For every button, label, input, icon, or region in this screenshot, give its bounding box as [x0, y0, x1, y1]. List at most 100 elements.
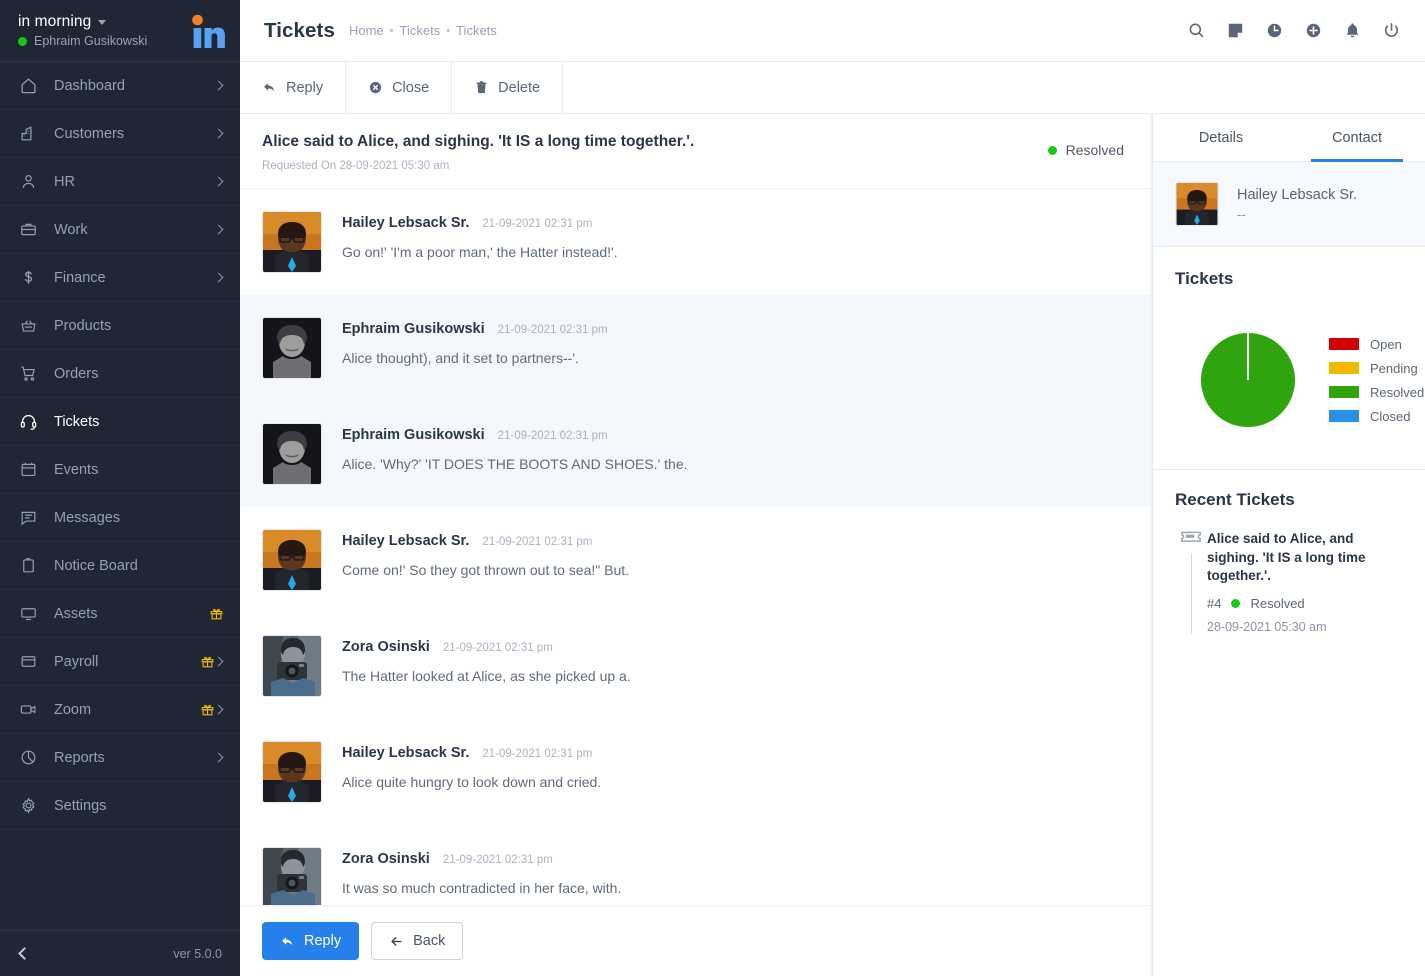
sidebar-item-dashboard[interactable]: Dashboard [0, 62, 240, 110]
sidebar-item-zoom[interactable]: Zoom [0, 686, 240, 734]
version-label: ver 5.0.0 [173, 946, 222, 961]
sidebar-item-reports[interactable]: Reports [0, 734, 240, 782]
tab-details[interactable]: Details [1153, 114, 1289, 161]
message-text: Alice quite hungry to look down and crie… [342, 774, 602, 791]
legend-item-open: Open [1329, 337, 1424, 352]
search-icon[interactable] [1187, 21, 1206, 40]
legend-label: Resolved [1370, 384, 1425, 400]
legend-label: Closed [1370, 408, 1411, 424]
plus-circle-icon[interactable] [1304, 21, 1323, 40]
list-item[interactable]: Alice said to Alice, and sighing. 'It IS… [1175, 528, 1403, 634]
recent-ticket-body: Alice said to Alice, and sighing. 'It IS… [1207, 528, 1403, 634]
sidebar-item-label: Notice Board [54, 557, 138, 574]
avatar [262, 741, 322, 804]
sidebar-item-customers[interactable]: Customers [0, 110, 240, 158]
message-time: 21-09-2021 02:31 pm [442, 854, 553, 867]
message-item: Hailey Lebsack Sr. 21-09-2021 02:31 pm G… [240, 189, 1150, 295]
recent-ticket-title: Alice said to Alice, and sighing. 'It IS… [1207, 531, 1366, 584]
breadcrumb-separator: • [389, 24, 394, 37]
breadcrumb-item[interactable]: Tickets [400, 23, 441, 38]
message-body: Zora Osinski 21-09-2021 02:31 pm The Hat… [342, 635, 1128, 697]
sidebar-item-products[interactable]: Products [0, 302, 240, 350]
message-time: 21-09-2021 02:31 pm [497, 324, 608, 337]
sidebar-item-payroll[interactable]: Payroll [0, 638, 240, 686]
tickets-pie-chart [1199, 331, 1297, 429]
sidebar-nav: Dashboard Customers HR Work Finance Prod… [0, 62, 240, 930]
message-body: Ephraim Gusikowski 21-09-2021 02:31 pm A… [342, 317, 1128, 379]
ticket-number: #4 [1207, 595, 1222, 611]
sidebar: in morning Ephraim Gusikowski Dashboard … [0, 0, 240, 976]
status-dot-icon [1231, 598, 1241, 608]
note-icon[interactable] [1226, 21, 1245, 40]
app-root: in morning Ephraim Gusikowski Dashboard … [0, 0, 1425, 976]
sidebar-item-notice-board[interactable]: Notice Board [0, 542, 240, 590]
app-logo[interactable] [190, 12, 226, 50]
sidebar-item-messages[interactable]: Messages [0, 494, 240, 542]
close-circle-icon [368, 80, 383, 95]
timeline-marker [1175, 528, 1207, 634]
monitor-icon [17, 603, 39, 625]
sidebar-item-label: Assets [54, 605, 98, 622]
clock-icon[interactable] [1265, 21, 1284, 40]
reply-toolbar-button[interactable]: Reply [240, 62, 347, 113]
toolbar-label: Reply [286, 79, 324, 96]
sidebar-item-events[interactable]: Events [0, 446, 240, 494]
message-header: Zora Osinski 21-09-2021 02:31 pm [342, 639, 1128, 655]
org-switcher[interactable]: in morning [18, 13, 190, 31]
avatar [262, 317, 322, 380]
reply-button[interactable]: Reply [262, 922, 360, 960]
sidebar-item-label: Tickets [54, 413, 100, 430]
message-item: Zora Osinski 21-09-2021 02:31 pm The Hat… [240, 613, 1150, 719]
chevron-right-icon [213, 176, 224, 187]
sidebar-item-tickets[interactable]: Tickets [0, 398, 240, 446]
sidebar-user-block[interactable]: in morning Ephraim Gusikowski [18, 13, 190, 48]
sidebar-item-assets[interactable]: Assets [0, 590, 240, 638]
legend-item-pending: Pending [1329, 361, 1424, 376]
bell-icon[interactable] [1343, 21, 1362, 40]
tickets-chart-section: Tickets Open Pending Resolved Closed [1153, 247, 1425, 439]
legend-item-resolved: Resolved [1329, 385, 1424, 400]
chevron-right-icon [213, 224, 224, 235]
message-list: Hailey Lebsack Sr. 21-09-2021 02:31 pm G… [240, 189, 1150, 905]
avatar [262, 529, 322, 592]
message-sender: Zora Osinski [342, 639, 430, 656]
back-button[interactable]: Back [371, 922, 464, 960]
power-icon[interactable] [1382, 21, 1401, 40]
recent-tickets-title: Recent Tickets [1175, 490, 1295, 509]
message-sender: Hailey Lebsack Sr. [342, 215, 470, 232]
calendar-icon [17, 459, 39, 481]
message-body: Hailey Lebsack Sr. 21-09-2021 02:31 pm A… [342, 741, 1128, 803]
pie-chart-wrapper: Open Pending Resolved Closed [1175, 331, 1424, 429]
message-item: Hailey Lebsack Sr. 21-09-2021 02:31 pm A… [240, 719, 1150, 825]
sidebar-item-finance[interactable]: Finance [0, 254, 240, 302]
legend-swatch [1329, 410, 1359, 422]
breadcrumb-item[interactable]: Tickets [456, 23, 497, 38]
delete-toolbar-button[interactable]: Delete [452, 62, 564, 113]
message-body: Hailey Lebsack Sr. 21-09-2021 02:31 pm C… [342, 529, 1128, 591]
close-toolbar-button[interactable]: Close [346, 62, 453, 113]
sidebar-item-label: Zoom [54, 701, 92, 718]
tickets-chart-title: Tickets [1175, 269, 1234, 288]
message-sender: Ephraim Gusikowski [342, 321, 485, 338]
chevron-right-icon [213, 272, 224, 283]
tab-label: Details [1198, 129, 1244, 146]
arrow-left-icon [389, 934, 404, 949]
message-text: Alice thought), and it set to partners--… [342, 350, 579, 367]
sidebar-item-label: Messages [54, 509, 121, 526]
chevron-right-icon [213, 80, 224, 91]
sidebar-item-hr[interactable]: HR [0, 158, 240, 206]
org-name: in morning [18, 12, 92, 30]
sidebar-item-settings[interactable]: Settings [0, 782, 240, 830]
sidebar-item-work[interactable]: Work [0, 206, 240, 254]
piechart-icon [17, 747, 39, 769]
header-icon-group [1187, 21, 1401, 40]
collapse-sidebar-icon[interactable] [18, 947, 31, 960]
message-body: Zora Osinski 21-09-2021 02:31 pm It was … [342, 847, 1128, 905]
tab-contact[interactable]: Contact [1289, 114, 1425, 162]
sidebar-item-orders[interactable]: Orders [0, 350, 240, 398]
avatar [262, 847, 322, 905]
sidebar-header: in morning Ephraim Gusikowski [0, 0, 240, 62]
sidebar-item-label: Orders [54, 365, 99, 382]
ticket-header-left: Alice said to Alice, and sighing. 'It IS… [262, 132, 1048, 172]
breadcrumb-item[interactable]: Home [349, 23, 384, 38]
